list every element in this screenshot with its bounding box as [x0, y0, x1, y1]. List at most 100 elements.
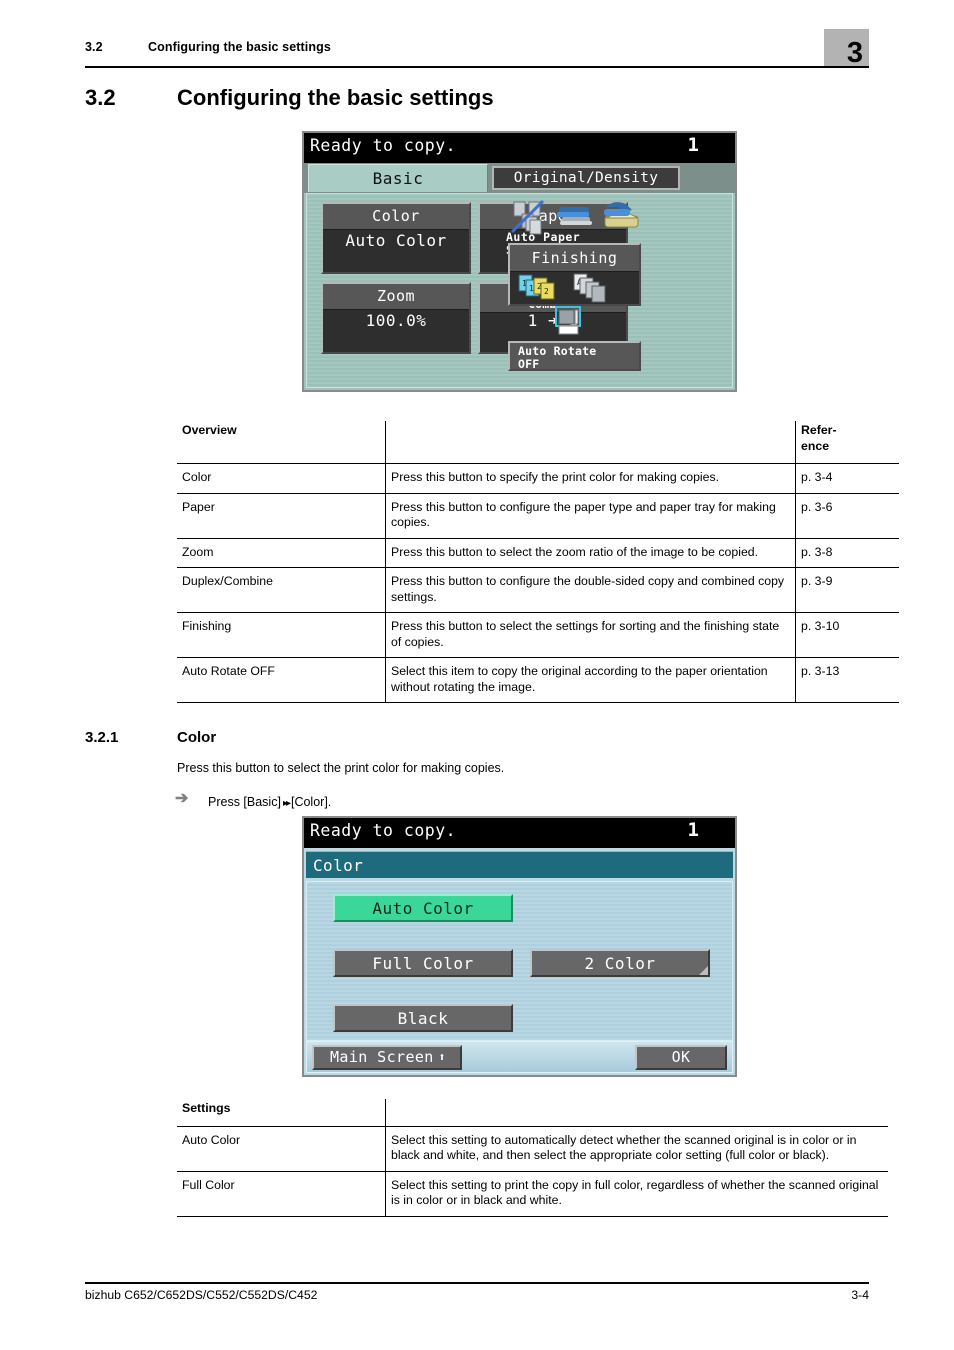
table-row: Color Press this button to specify the p…: [177, 463, 899, 494]
footer-divider: [85, 1282, 869, 1284]
lcd-button-zoom[interactable]: Zoom 100.0%: [321, 282, 471, 354]
row-reference: p. 3-6: [795, 493, 899, 539]
lcd-option-black[interactable]: Black: [333, 1004, 513, 1032]
overview-col3-header-line2: ence: [801, 438, 830, 453]
overview-col2-header: [385, 421, 796, 464]
table-header-row: Settings: [177, 1099, 888, 1127]
finishing-preview-icon: 1 1 2 2 A: [518, 273, 606, 303]
hole-punch-icon: [604, 202, 639, 228]
lcd-screenshot-basic: Ready to copy. 1 Basic Original/Density …: [302, 131, 737, 392]
lcd-button-color[interactable]: Color Auto Color: [321, 202, 471, 274]
subsection-paragraph: Press this button to select the print co…: [177, 761, 505, 775]
subsection-number: 3.2.1: [85, 729, 119, 746]
table-row: Auto Rotate OFF Select this item to copy…: [177, 657, 899, 703]
lcd-option-2-color-label: 2 Color: [584, 954, 656, 973]
row-reference: p. 3-4: [795, 463, 899, 494]
lcd-button-duplex-combine-value: 1 ➜ 1: [527, 311, 579, 330]
sheets-no-sort-icon: [510, 199, 545, 235]
row-description: Press this button to configure the paper…: [385, 493, 796, 539]
table-row: Zoom Press this button to select the zoo…: [177, 538, 899, 568]
lcd-button-color-value: Auto Color: [345, 231, 447, 250]
table-row: Paper Press this button to configure the…: [177, 493, 899, 539]
chapter-badge-number: 3: [846, 37, 863, 69]
row-name: Duplex/Combine: [177, 567, 386, 613]
group-sets-icon: A: [573, 273, 606, 303]
table-row: Auto Color Select this setting to automa…: [177, 1126, 888, 1172]
header-divider: [85, 66, 869, 69]
tab-original-density[interactable]: Original/Density: [492, 166, 680, 190]
lcd-option-full-color[interactable]: Full Color: [333, 949, 513, 977]
step-suffix: [Color].: [290, 795, 332, 809]
row-description: Press this button to select the zoom rat…: [385, 538, 796, 568]
finishing-icons-row: [510, 199, 639, 235]
svg-text:1: 1: [529, 284, 534, 293]
lcd-basic-status-message: Ready to copy.: [310, 136, 457, 155]
lcd-button-finishing[interactable]: Finishing 1 1 2 2 A: [508, 243, 641, 306]
row-reference: p. 3-10: [795, 612, 899, 658]
svg-text:2: 2: [544, 287, 549, 296]
row-reference: p. 3-9: [795, 567, 899, 613]
lcd-option-2-color[interactable]: 2 Color: [530, 949, 710, 977]
lcd-button-color-label: Color: [323, 204, 469, 230]
overview-col3-header-line1: Refer-: [801, 423, 837, 437]
section-title: Configuring the basic settings: [177, 85, 494, 110]
lcd-button-auto-rotate-off[interactable]: Auto Rotate OFF: [508, 341, 641, 371]
overview-col3-header: Refer- ence: [795, 421, 899, 464]
table-row: Full Color Select this setting to print …: [177, 1171, 888, 1217]
step-arrow-icon: ➔: [175, 790, 189, 807]
row-description: Select this setting to print the copy in…: [385, 1171, 888, 1217]
lcd-button-ok[interactable]: OK: [635, 1045, 727, 1070]
lcd-button-auto-rotate-label: Auto Rotate OFF: [510, 343, 639, 371]
step-prefix: Press [Basic]: [208, 795, 281, 809]
footer-page-number: 3-4: [851, 1288, 869, 1302]
row-reference: p. 3-13: [795, 657, 899, 703]
table-row: Duplex/Combine Press this button to conf…: [177, 567, 899, 613]
lcd-basic-content: Color Auto Color Paper Auto Paper Select…: [306, 193, 733, 388]
row-description: Press this button to configure the doubl…: [385, 567, 796, 613]
row-name: Auto Color: [177, 1126, 386, 1172]
lcd-color-status-message: Ready to copy.: [310, 821, 457, 840]
settings-col2-header: [385, 1099, 888, 1127]
stapler-icon: [557, 207, 592, 225]
lcd-option-auto-color[interactable]: Auto Color: [333, 894, 513, 922]
subsection-title: Color: [177, 729, 217, 746]
lcd-screenshot-color: Ready to copy. 1 Color Auto Color Full C…: [302, 816, 737, 1077]
row-reference: p. 3-8: [795, 538, 899, 568]
lcd-button-zoom-label: Zoom: [323, 284, 469, 310]
tab-basic[interactable]: Basic: [308, 164, 488, 192]
running-header-number: 3.2: [85, 40, 103, 54]
lcd-button-main-screen-label: Main Screen: [330, 1048, 434, 1066]
overview-col1-header: Overview: [177, 421, 386, 464]
lcd-button-finishing-label: Finishing: [510, 245, 639, 272]
table-header-row: Overview Refer- ence: [177, 421, 899, 464]
step-instruction: Press [Basic] ▸▸ [Color].: [208, 795, 331, 809]
row-name: Zoom: [177, 538, 386, 568]
lcd-color-status-bar: Ready to copy. 1: [302, 816, 737, 848]
sub-menu-corner-icon: [699, 966, 708, 975]
row-name: Full Color: [177, 1171, 386, 1217]
lcd-button-zoom-value: 100.0%: [365, 311, 427, 330]
running-header-title: Configuring the basic settings: [148, 40, 331, 54]
lcd-color-screen-title: Color: [306, 851, 733, 878]
row-description: Press this button to select the settings…: [385, 612, 796, 658]
row-name: Auto Rotate OFF: [177, 657, 386, 703]
auto-rotate-preview-icon: [555, 306, 581, 335]
row-name: Paper: [177, 493, 386, 539]
section-number: 3.2: [85, 85, 116, 110]
lcd-color-copy-count: 1: [687, 819, 699, 841]
double-arrow-icon: ▸▸: [282, 798, 291, 809]
settings-col1-header: Settings: [177, 1099, 386, 1127]
row-name: Color: [177, 463, 386, 494]
lcd-basic-copy-count: 1: [687, 134, 699, 156]
lcd-color-content: Auto Color Full Color 2 Color Black: [306, 881, 733, 1041]
lcd-basic-status-bar: Ready to copy. 1: [302, 131, 737, 163]
lcd-color-footer: Main Screen ⬆ OK: [306, 1041, 733, 1073]
footer-model: bizhub C652/C652DS/C552/C552DS/C452: [85, 1288, 318, 1302]
lcd-button-auto-rotate-line2: OFF: [518, 356, 540, 371]
row-description: Select this setting to automatically det…: [385, 1126, 888, 1172]
sort-sets-icon: 1 1 2 2: [518, 274, 555, 300]
up-arrow-icon: ⬆: [438, 1050, 446, 1064]
lcd-button-main-screen[interactable]: Main Screen ⬆: [312, 1045, 462, 1070]
row-description: Press this button to specify the print c…: [385, 463, 796, 494]
row-name: Finishing: [177, 612, 386, 658]
